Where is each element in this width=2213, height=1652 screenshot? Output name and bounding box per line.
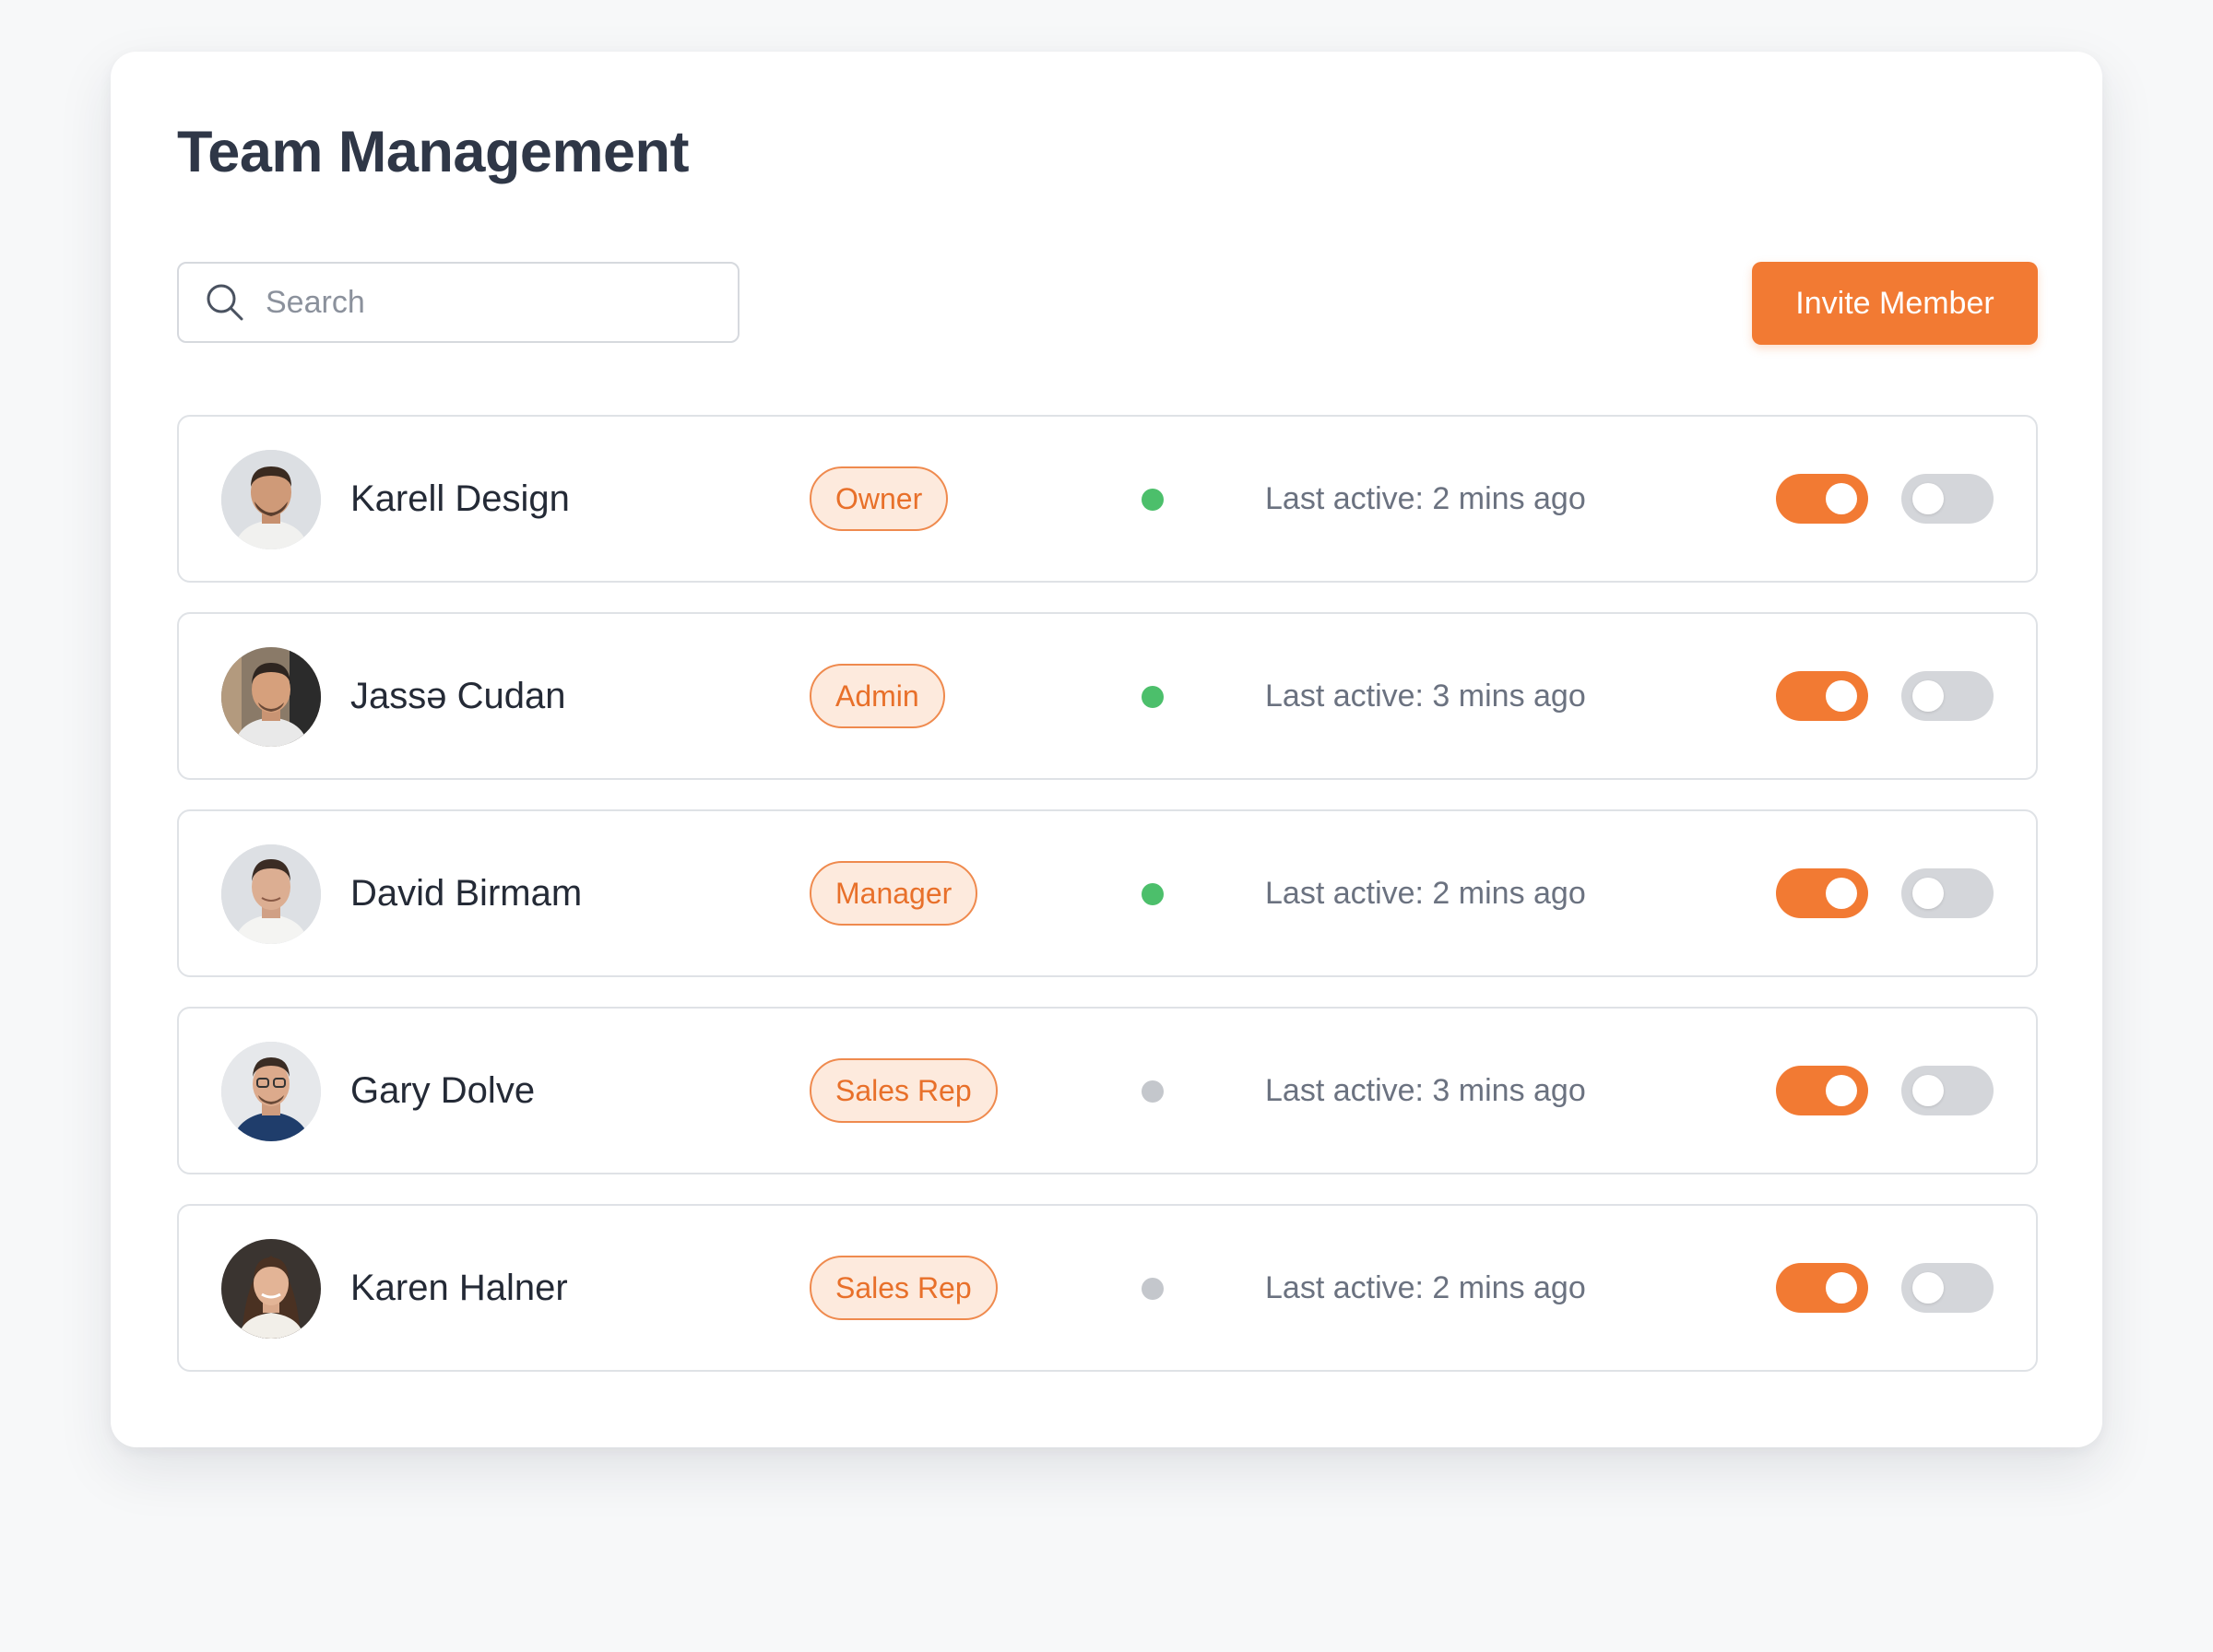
secondary-toggle[interactable]: [1901, 671, 1994, 721]
secondary-toggle[interactable]: [1901, 1263, 1994, 1313]
search-input[interactable]: [266, 275, 738, 330]
toggle-knob: [1826, 1075, 1857, 1106]
avatar: [221, 844, 321, 944]
role-badge: Manager: [810, 861, 978, 926]
avatar: [221, 450, 321, 549]
toggle-knob: [1912, 483, 1944, 514]
member-row: David Birmam Manager Last active: 2 mins…: [177, 809, 2038, 977]
member-list: Karell Design Owner Last active: 2 mins …: [177, 415, 2038, 1401]
avatar: [221, 1042, 321, 1141]
member-name: Karell Design: [350, 478, 570, 519]
member-name: Jassə Cudan: [350, 676, 566, 716]
last-active-text: Last active: 3 mins ago: [1265, 678, 1586, 714]
role-badge: Sales Rep: [810, 1058, 998, 1123]
toggle-knob: [1826, 483, 1857, 514]
role-badge: Owner: [810, 466, 949, 531]
member-name: Gary Dolve: [350, 1070, 536, 1111]
last-active-text: Last active: 3 mins ago: [1265, 1073, 1586, 1108]
toggle-knob: [1826, 878, 1857, 909]
member-row: Jassə Cudan Admin Last active: 3 mins ag…: [177, 612, 2038, 780]
member-name: Karen Halner: [350, 1268, 568, 1308]
status-online-indicator: [1142, 489, 1164, 511]
last-active-text: Last active: 2 mins ago: [1265, 481, 1586, 516]
member-row: Karen Halner Sales Rep Last active: 2 mi…: [177, 1204, 2038, 1372]
primary-toggle[interactable]: [1776, 1066, 1868, 1115]
toggle-knob: [1912, 1075, 1944, 1106]
primary-toggle[interactable]: [1776, 671, 1868, 721]
primary-toggle[interactable]: [1776, 868, 1868, 918]
toggle-knob: [1912, 1272, 1944, 1304]
primary-toggle[interactable]: [1776, 474, 1868, 524]
secondary-toggle[interactable]: [1901, 868, 1994, 918]
status-online-indicator: [1142, 883, 1164, 905]
member-name: David Birmam: [350, 873, 583, 914]
member-row: Gary Dolve Sales Rep Last active: 3 mins…: [177, 1007, 2038, 1174]
last-active-text: Last active: 2 mins ago: [1265, 1270, 1586, 1305]
avatar: [221, 1239, 321, 1339]
search-icon: [205, 282, 245, 323]
toggle-knob: [1826, 1272, 1857, 1304]
search-box[interactable]: [177, 262, 740, 343]
toggle-knob: [1826, 680, 1857, 712]
member-row: Karell Design Owner Last active: 2 mins …: [177, 415, 2038, 583]
toggle-knob: [1912, 680, 1944, 712]
toggle-knob: [1912, 878, 1944, 909]
role-badge: Admin: [810, 664, 945, 728]
secondary-toggle[interactable]: [1901, 1066, 1994, 1115]
role-badge: Sales Rep: [810, 1256, 998, 1320]
team-management-panel: Team Management Invite Member: [111, 52, 2102, 1447]
avatar: [221, 647, 321, 747]
primary-toggle[interactable]: [1776, 1263, 1868, 1313]
status-online-indicator: [1142, 686, 1164, 708]
invite-member-button[interactable]: Invite Member: [1752, 262, 2038, 345]
status-offline-indicator: [1142, 1080, 1164, 1103]
secondary-toggle[interactable]: [1901, 474, 1994, 524]
status-offline-indicator: [1142, 1278, 1164, 1300]
last-active-text: Last active: 2 mins ago: [1265, 876, 1586, 911]
page-title: Team Management: [177, 120, 689, 184]
